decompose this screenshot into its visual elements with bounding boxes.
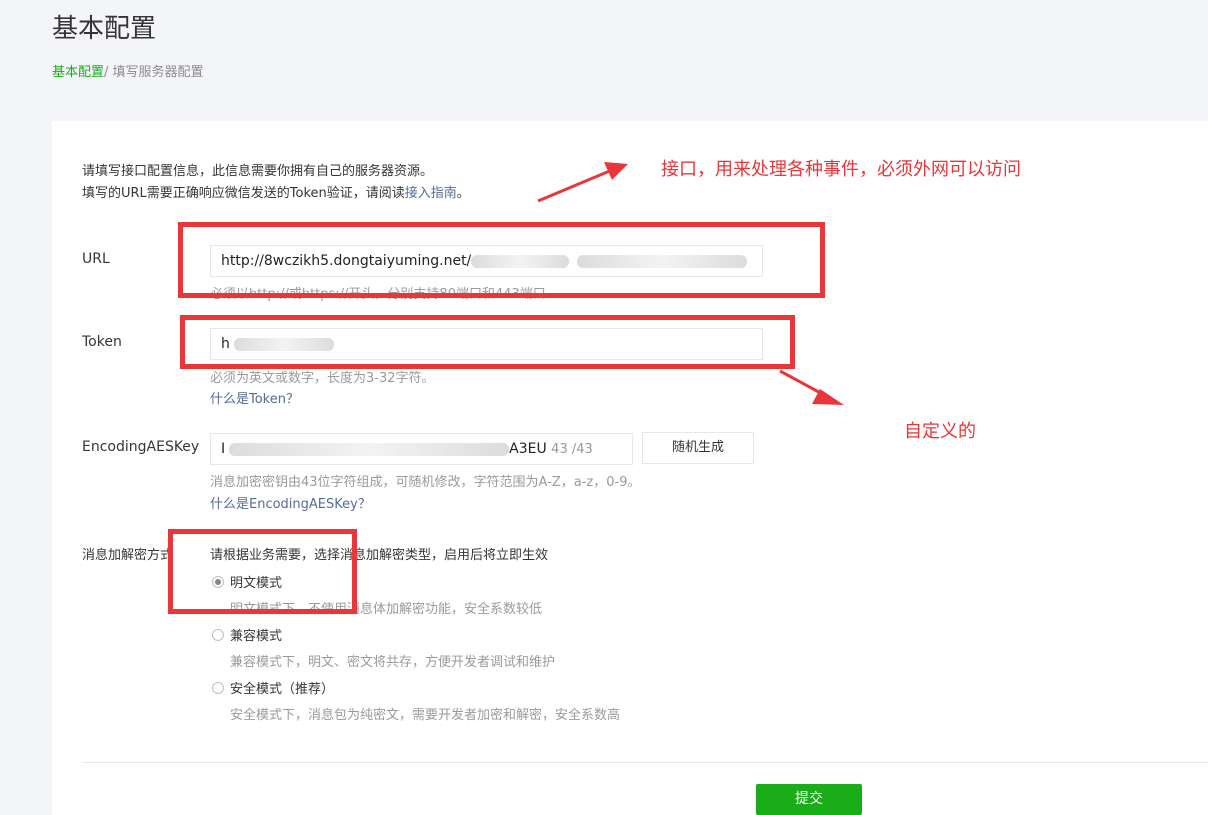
token-hint: 必须为英文或数字，长度为3-32字符。 (210, 371, 435, 386)
breadcrumb-current: 填写服务器配置 (108, 65, 204, 80)
radio-unchecked-icon[interactable] (212, 681, 224, 694)
form-divider (82, 762, 1208, 763)
random-generate-button[interactable]: 随机生成 (642, 432, 754, 464)
page-title: 基本配置 (52, 14, 157, 44)
annotation-box-mode (168, 529, 357, 614)
aes-key-input[interactable]: I A3EU 43 /43 (210, 433, 633, 465)
annotation-interface-note: 接口，用来处理各种事件，必须外网可以访问 (661, 159, 1021, 180)
radio-compatible-mode[interactable]: 兼容模式 (212, 625, 282, 644)
breadcrumb: 基本配置/ 填写服务器配置 (52, 61, 204, 80)
annotation-custom-note: 自定义的 (904, 421, 976, 442)
aes-key-label: EncodingAESKey (82, 439, 200, 455)
intro-line-2: 填写的URL需要正确响应微信发送的Token验证，请阅读接入指南。 (82, 186, 470, 201)
breadcrumb-home-link[interactable]: 基本配置 (52, 65, 104, 80)
what-is-token-link[interactable]: 什么是Token？ (210, 388, 299, 407)
what-is-aes-key-link[interactable]: 什么是EncodingAESKey？ (210, 493, 371, 512)
redacted-blur (229, 442, 510, 456)
secure-mode-hint: 安全模式下，消息包为纯密文，需要开发者加密和解密，安全系数高 (230, 708, 621, 723)
intro-text: 请填写接口配置信息，此信息需要你拥有自己的服务器资源。 填写的URL需要正确响应… (82, 161, 470, 205)
radio-secure-mode[interactable]: 安全模式（推荐） (212, 678, 334, 697)
token-label: Token (82, 334, 122, 350)
access-guide-link[interactable]: 接入指南 (405, 186, 457, 201)
intro-line-1: 请填写接口配置信息，此信息需要你拥有自己的服务器资源。 (82, 164, 434, 179)
compatible-mode-hint: 兼容模式下，明文、密文将共存，方便开发者调试和维护 (230, 655, 556, 670)
url-label: URL (82, 251, 110, 267)
aes-key-counter: 43 /43 (551, 442, 593, 457)
aes-key-hint: 消息加密密钥由43位字符组成，可随机修改，字符范围为A-Z，a-z，0-9。 (210, 475, 641, 490)
submit-button[interactable]: 提交 (756, 784, 862, 815)
radio-unchecked-icon[interactable] (212, 628, 224, 641)
annotation-box-url (178, 222, 825, 298)
encryption-mode-label: 消息加解密方式 (82, 548, 174, 563)
annotation-box-token (180, 315, 795, 369)
